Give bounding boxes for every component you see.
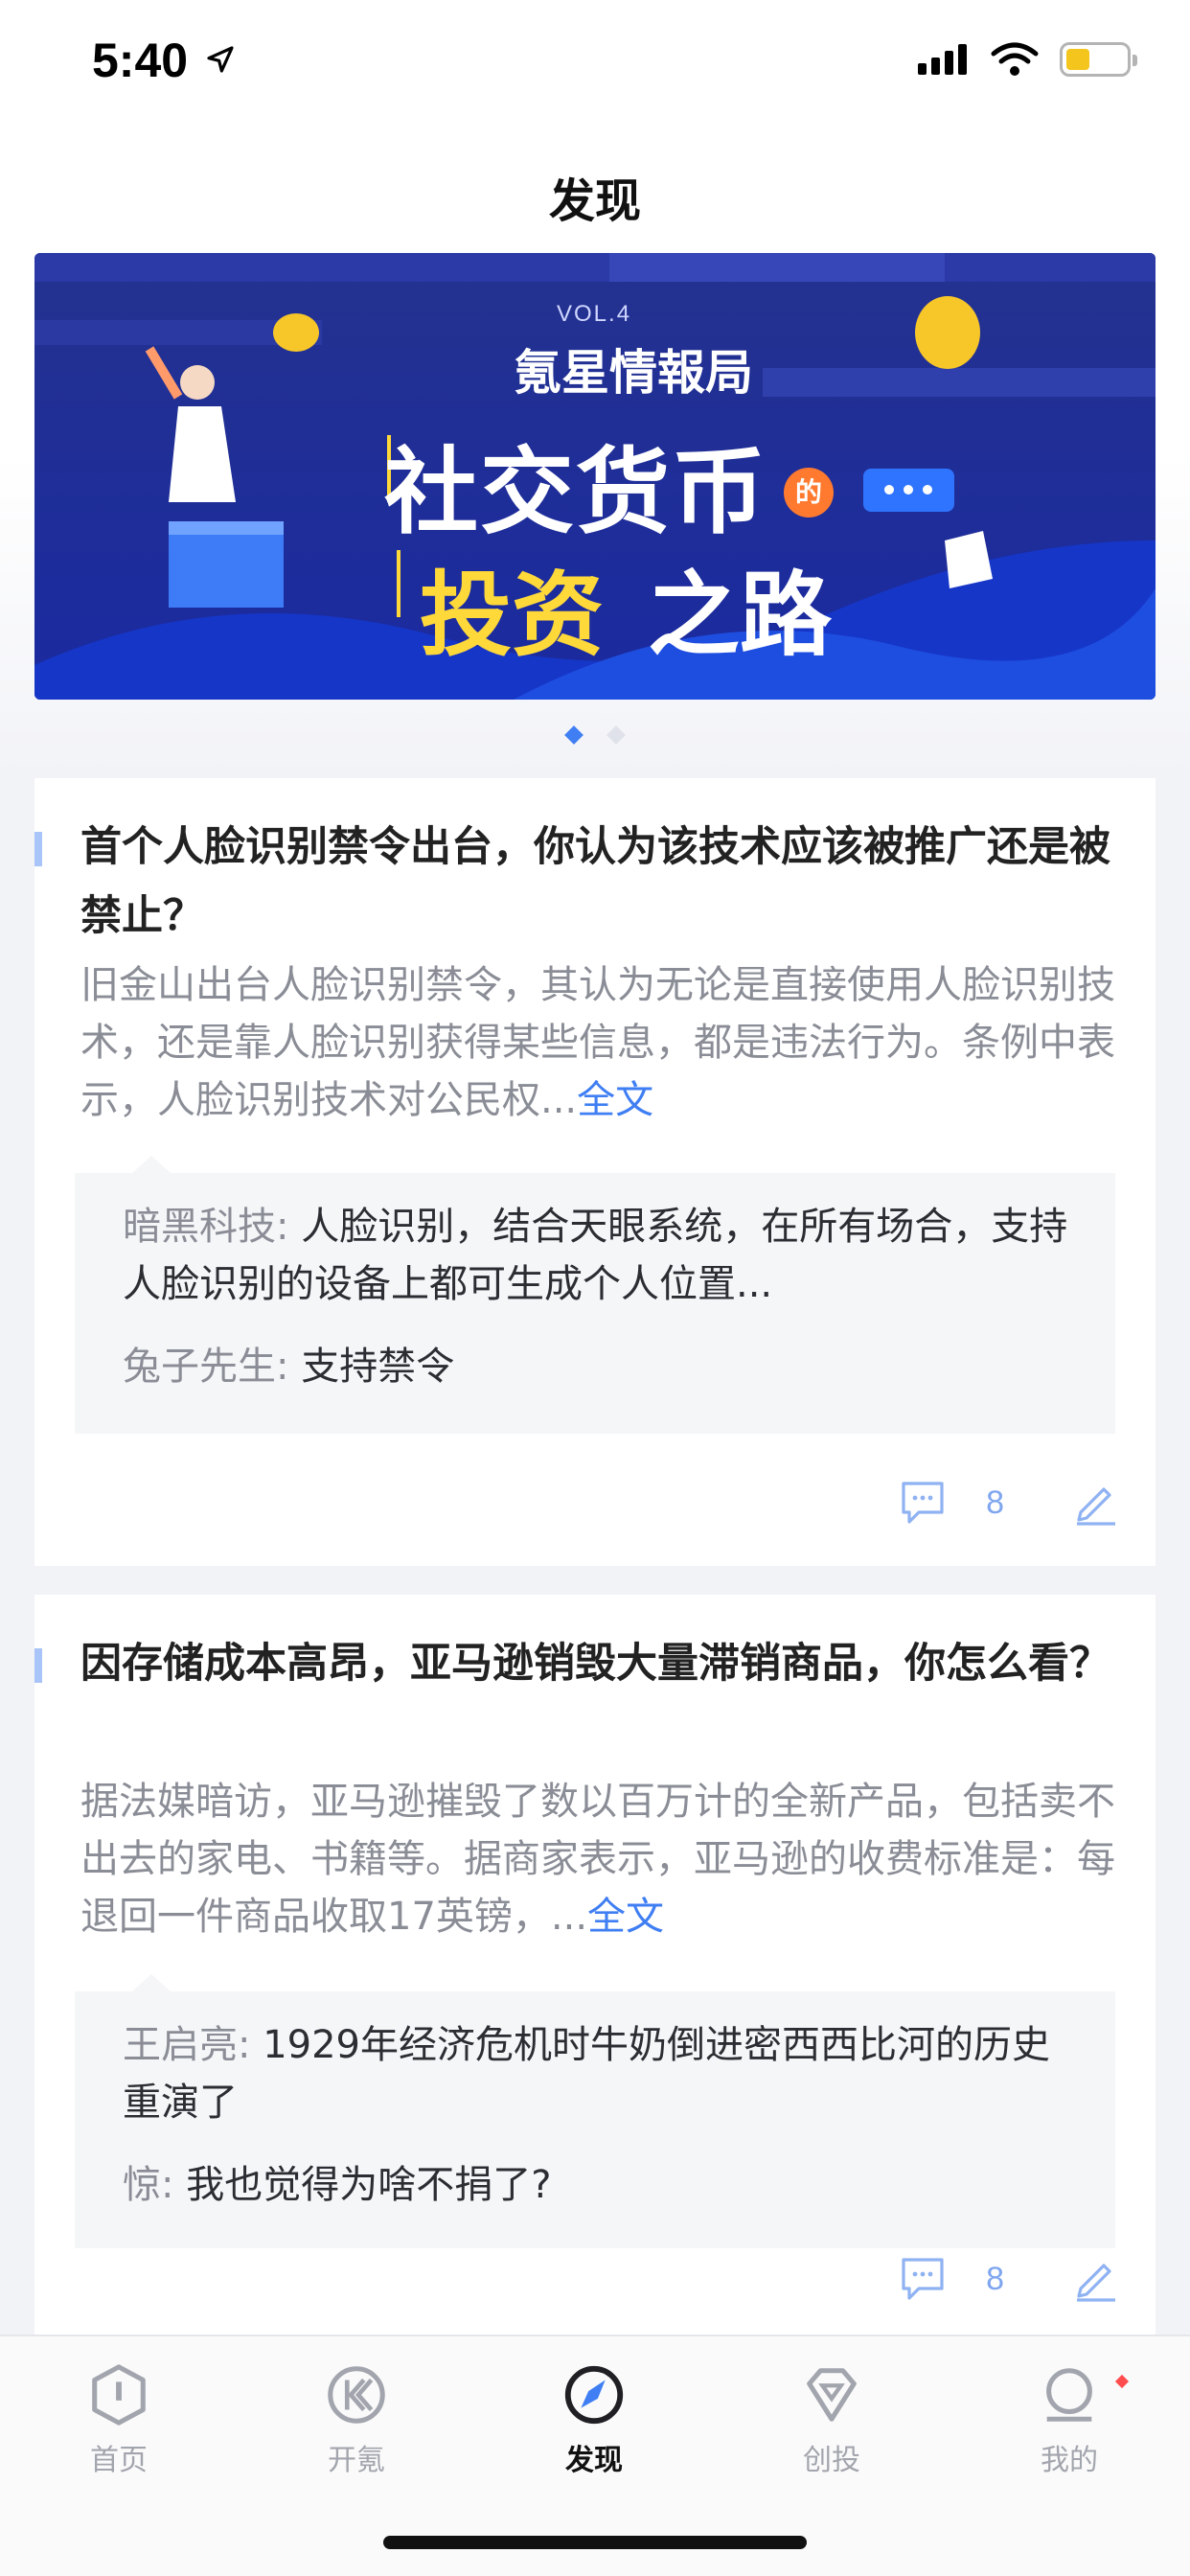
- comment-user: 暗黑科技:: [123, 1205, 302, 1249]
- read-more-link[interactable]: 全文: [587, 1895, 664, 1939]
- kaike-icon: [328, 2366, 385, 2424]
- comment-icon[interactable]: [898, 2254, 948, 2304]
- banner-headline-line2: 之路: [648, 562, 832, 669]
- promo-banner[interactable]: VOL.4 氪星情報局 社交货币 的 投资 之路: [34, 253, 1156, 700]
- edit-icon[interactable]: [1071, 2254, 1121, 2304]
- comment-item: 暗黑科技: 人脸识别，结合天眼系统，在所有场合，支持人脸识别的设备上都可生成个人…: [123, 1198, 1081, 1313]
- read-more-link[interactable]: 全文: [577, 1078, 653, 1122]
- comment-user: 惊:: [123, 2163, 187, 2207]
- profile-icon: [1046, 2368, 1092, 2422]
- comment-item: 惊: 我也觉得为啥不捐了?: [123, 2156, 1081, 2214]
- comment-preview[interactable]: 暗黑科技: 人脸识别，结合天眼系统，在所有场合，支持人脸识别的设备上都可生成个人…: [75, 1156, 1115, 1434]
- card-excerpt: 旧金山出台人脸识别禁令，其认为无论是直接使用人脸识别技术，还是靠人脸识别获得某些…: [80, 963, 1115, 1122]
- card-title[interactable]: 首个人脸识别禁令出台，你认为该技术应该被推广还是被禁止？: [80, 813, 1115, 951]
- page-title: 发现: [548, 174, 641, 228]
- tab-kaike[interactable]: 开氪: [261, 2361, 452, 2478]
- card-accent-bar: [34, 1648, 42, 1683]
- card-actions: 8: [898, 1478, 1121, 1528]
- comment-preview[interactable]: 王启亮: 1929年经济危机时牛奶倒进密西西比河的历史重演了 惊: 我也觉得为啥…: [75, 1974, 1115, 2248]
- battery-icon: [1060, 42, 1137, 77]
- card-excerpt: 据法媒暗访，亚马逊摧毁了数以百万计的全新产品，包括卖不出去的家电、书籍等。据商家…: [80, 1780, 1115, 1939]
- banner-headline-tag: 的: [784, 468, 834, 518]
- banner-headline-line1: 社交货币: [384, 438, 768, 547]
- location-arrow-icon: [207, 46, 234, 73]
- card-actions: 8: [898, 2254, 1121, 2304]
- topic-card[interactable]: 因存储成本高昂，亚马逊销毁大量滞销商品，你怎么看？ 据法媒暗访，亚马逊摧毁了数以…: [34, 1595, 1156, 2342]
- comment-user: 兔子先生:: [123, 1345, 302, 1389]
- tab-discover[interactable]: 发现: [498, 2361, 690, 2478]
- comment-item: 兔子先生: 支持禁令: [123, 1338, 1081, 1395]
- banner-brand: 氪星情報局: [514, 345, 753, 401]
- home-shield-icon: [92, 2364, 146, 2426]
- status-time: 5:40: [92, 34, 189, 87]
- card-accent-bar: [34, 832, 42, 866]
- banner-pager: [0, 725, 1190, 745]
- banner-vol-label: VOL.4: [557, 301, 632, 327]
- notification-dot: [1114, 2374, 1130, 2389]
- edit-icon[interactable]: [1071, 1478, 1121, 1528]
- banner-area: VOL.4 氪星情報局 社交货币 的 投资 之路: [0, 240, 1190, 776]
- navigation-bar: 发现: [0, 125, 1190, 240]
- wifi-icon: [991, 42, 1039, 76]
- topic-card[interactable]: 首个人脸识别禁令出台，你认为该技术应该被推广还是被禁止？ 旧金山出台人脸识别禁令…: [34, 778, 1156, 1566]
- tab-home[interactable]: 首页: [23, 2361, 215, 2478]
- diamond-icon: [807, 2368, 857, 2422]
- tab-label: 创投: [803, 2444, 860, 2477]
- tab-label: 发现: [565, 2444, 623, 2477]
- compass-icon: [564, 2365, 624, 2425]
- card-title[interactable]: 因存储成本高昂，亚马逊销毁大量滞销商品，你怎么看？: [80, 1629, 1115, 1698]
- tab-label: 开氪: [328, 2444, 385, 2477]
- home-indicator[interactable]: [383, 2536, 807, 2549]
- pager-dot-active[interactable]: [564, 725, 584, 745]
- tab-label: 我的: [1041, 2444, 1098, 2477]
- comment-text: 1929年经济危机时牛奶倒进密西西比河的历史重演了: [123, 2023, 1050, 2125]
- tab-label: 首页: [90, 2444, 148, 2477]
- comment-user: 王启亮:: [123, 2023, 263, 2067]
- comment-count: 8: [986, 1484, 1004, 1521]
- comment-item: 王启亮: 1929年经济危机时牛奶倒进密西西比河的历史重演了: [123, 2016, 1081, 2131]
- status-bar: 5:40: [0, 0, 1190, 125]
- comment-text: 我也觉得为啥不捐了?: [186, 2163, 552, 2207]
- comment-icon[interactable]: [898, 1478, 948, 1528]
- tab-me[interactable]: 我的: [973, 2361, 1165, 2478]
- comment-text: 支持禁令: [301, 1345, 455, 1389]
- comment-count: 8: [986, 2260, 1004, 2297]
- cellular-signal-icon: [918, 44, 967, 75]
- banner-headline-line2-highlight: 投资: [420, 562, 604, 669]
- tab-chuangtou[interactable]: 创投: [736, 2361, 927, 2478]
- pager-dot[interactable]: [606, 725, 626, 745]
